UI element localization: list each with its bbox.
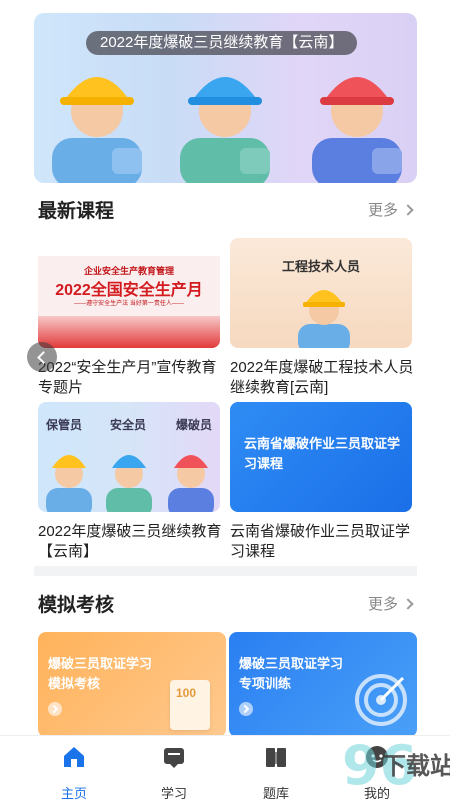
latest-courses-header: 最新课程 更多 xyxy=(38,196,414,222)
card2-image-label: 工程技术人员 xyxy=(281,259,360,274)
hero-banner[interactable]: 2022年度爆破三员继续教育【云南】 xyxy=(34,13,417,183)
role-label-keeper: 保管员 xyxy=(46,418,83,432)
exam-card1-line2: 模拟考核 xyxy=(48,676,101,691)
exam-card1-text: 爆破三员取证学习 模拟考核 xyxy=(48,654,152,694)
course-card-image-safety-month[interactable]: 企业安全生产教育管理 2022全国安全生产月 ——遵守安全生产法 当好第一责任人… xyxy=(38,238,220,348)
exam-card-mock-test[interactable]: 爆破三员取证学习 模拟考核 100 xyxy=(38,632,226,737)
exam-card-practice[interactable]: 爆破三员取证学习 专项训练 xyxy=(229,632,417,737)
target-icon xyxy=(355,674,407,726)
engineer-worker-image xyxy=(298,290,350,348)
worker-blue-helmet-image xyxy=(180,77,270,183)
arrow-right-icon xyxy=(48,702,62,716)
latest-more-link[interactable]: 更多 xyxy=(367,199,414,220)
worker-red-helmet-image xyxy=(312,77,402,183)
arrow-right-icon xyxy=(239,702,253,716)
exam-card2-line1: 爆破三员取证学习 xyxy=(239,656,344,671)
watermark-text: 下载站 xyxy=(382,753,450,780)
course-title-certification[interactable]: 云南省爆破作业三员取证学习课程 xyxy=(230,522,418,562)
exam-card2-line2: 专项训练 xyxy=(239,676,292,691)
exam-more-link[interactable]: 更多 xyxy=(367,593,414,614)
chevron-right-icon xyxy=(402,598,414,610)
three-workers-image xyxy=(46,455,214,512)
role-label-blaster: 爆破员 xyxy=(176,418,213,432)
course-title-three-roles[interactable]: 2022年度爆破三员继续教育【云南】 xyxy=(38,522,226,562)
tab-question-bank[interactable]: 题库 xyxy=(246,744,306,800)
course-card-image-engineer[interactable]: 工程技术人员 xyxy=(230,238,412,348)
section-divider xyxy=(34,566,417,576)
latest-more-label: 更多 xyxy=(367,202,398,219)
score-paper-icon: 100 xyxy=(170,680,210,730)
question-bank-icon xyxy=(266,748,286,767)
exam-more-label: 更多 xyxy=(367,596,398,613)
card-header-strip xyxy=(38,238,220,256)
tab-home[interactable]: 主页 xyxy=(44,744,104,800)
chevron-right-icon xyxy=(402,204,414,216)
home-icon xyxy=(64,747,84,767)
exam-card2-text: 爆破三员取证学习 专项训练 xyxy=(239,654,343,694)
tab-study[interactable]: 学习 xyxy=(144,744,204,800)
card1-image-line3: ——遵守安全生产法 当好第一责任人—— xyxy=(74,301,184,307)
worker-yellow-helmet-image xyxy=(52,77,142,183)
latest-courses-title: 最新课程 xyxy=(38,201,115,222)
course-card-image-three-roles[interactable]: 保管员 安全员 爆破员 xyxy=(38,402,220,512)
carousel-prev-button[interactable] xyxy=(27,342,57,372)
download-site-watermark: 96 下载站 xyxy=(338,732,450,800)
card4-image-text: 云南省爆破作业三员取证学习课程 xyxy=(244,436,401,471)
exam-title: 模拟考核 xyxy=(38,595,115,616)
exam-header: 模拟考核 更多 xyxy=(38,590,414,616)
tab-home-label: 主页 xyxy=(60,786,87,800)
course-title-engineer[interactable]: 2022年度爆破工程技术人员继续教育[云南] xyxy=(230,358,418,398)
study-icon xyxy=(164,748,184,768)
course-title-safety-month[interactable]: 2022“安全生产月”宣传教育专题片 xyxy=(38,358,226,398)
tab-question-bank-label: 题库 xyxy=(262,786,289,800)
red-banner-decoration xyxy=(38,316,220,348)
card1-image-line2: 2022全国安全生产月 xyxy=(55,282,203,299)
score-badge: 100 xyxy=(176,686,197,700)
role-label-safety: 安全员 xyxy=(110,418,147,432)
tab-study-label: 学习 xyxy=(160,786,187,800)
exam-card1-line1: 爆破三员取证学习 xyxy=(48,656,153,671)
course-card-image-certification[interactable]: 云南省爆破作业三员取证学习课程 xyxy=(230,402,412,512)
